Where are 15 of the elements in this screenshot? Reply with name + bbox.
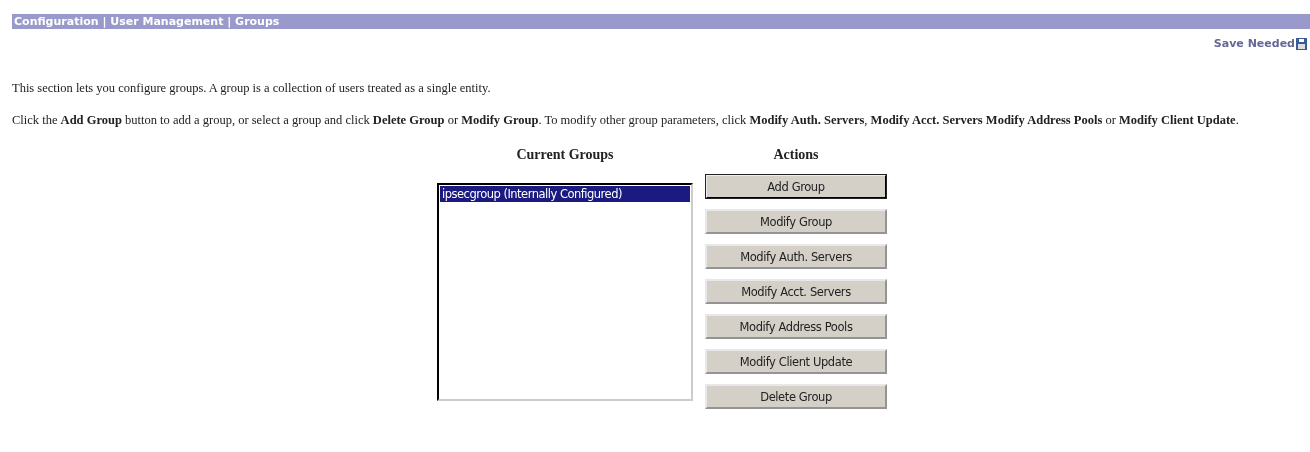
action-button[interactable]: Modify Auth. Servers bbox=[705, 244, 887, 269]
list-item[interactable]: ipsecgroup (Internally Configured) bbox=[440, 186, 690, 202]
breadcrumb: Configuration | User Management | Groups bbox=[13, 15, 280, 28]
action-button[interactable]: Add Group bbox=[705, 174, 887, 199]
action-button[interactable]: Delete Group bbox=[705, 384, 887, 409]
action-button[interactable]: Modify Address Pools bbox=[705, 314, 887, 339]
description-text: This section lets you configure groups. A group is a collection of users treated as a single entity. bbox=[12, 80, 492, 97]
groups-listbox[interactable]: ipsecgroup (Internally Configured) bbox=[437, 183, 693, 401]
action-button[interactable]: Modify Group bbox=[705, 209, 887, 234]
column-heading: Current Groups bbox=[516, 147, 614, 163]
action-button[interactable]: Modify Client Update bbox=[705, 349, 887, 374]
action-button[interactable]: Modify Acct. Servers bbox=[705, 279, 887, 304]
description-text: Click the Add Group button to add a group, or select a group and click Delete Group or Modify Group. To modify other group parameters, click Modify Auth. Servers, Modify Acct. Servers Modify Address Pools or Modify Client Update. bbox=[12, 112, 1240, 129]
save-needed-link[interactable]: Save Needed bbox=[1213, 36, 1295, 50]
column-heading: Actions bbox=[773, 147, 819, 163]
